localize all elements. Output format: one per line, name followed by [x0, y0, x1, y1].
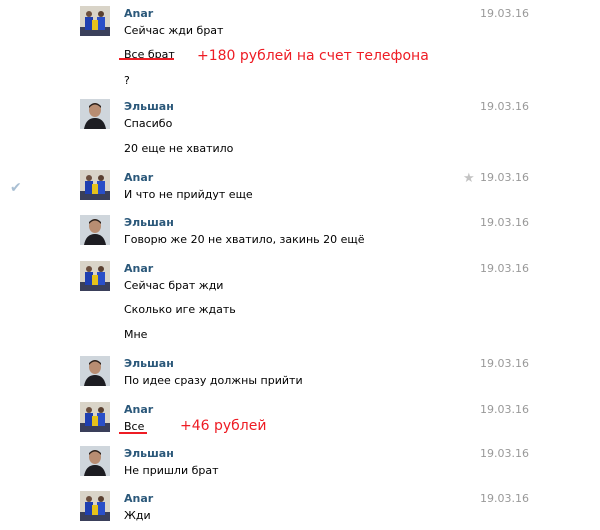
message-text: Не пришли брат — [124, 464, 219, 477]
annotation-note: +180 рублей на счет телефона — [197, 48, 429, 64]
author-name[interactable]: Anar — [124, 171, 153, 184]
author-name[interactable]: Эльшан — [124, 216, 174, 229]
message-text: Говорю же 20 не хватило, закинь 20 ещё — [124, 233, 365, 246]
message-text: Жди — [124, 509, 151, 522]
annotation-underline — [119, 432, 147, 434]
avatar[interactable] — [80, 402, 110, 432]
avatar[interactable] — [80, 356, 110, 386]
avatar[interactable] — [80, 491, 110, 521]
annotation-underline — [119, 58, 174, 60]
author-name[interactable]: Anar — [124, 262, 153, 275]
author-name[interactable]: Эльшан — [124, 100, 174, 113]
message-date[interactable]: 19.03.16 — [480, 357, 529, 370]
message-text: Сейчас брат жди — [124, 279, 224, 292]
annotation-note: +46 рублей — [180, 418, 267, 434]
message-date[interactable]: 19.03.16 — [480, 492, 529, 505]
message-date[interactable]: 19.03.16 — [480, 100, 529, 113]
message-date[interactable]: 19.03.16 — [480, 7, 529, 20]
favorite-star-icon[interactable]: ★ — [463, 171, 475, 186]
message-text: 20 еще не хватило — [124, 142, 234, 155]
avatar[interactable] — [80, 99, 110, 129]
author-name[interactable]: Эльшан — [124, 447, 174, 460]
message-date[interactable]: 19.03.16 — [480, 447, 529, 460]
avatar[interactable] — [80, 170, 110, 200]
author-name[interactable]: Anar — [124, 403, 153, 416]
message-date[interactable]: 19.03.16 — [480, 262, 529, 275]
author-name[interactable]: Эльшан — [124, 357, 174, 370]
avatar[interactable] — [80, 446, 110, 476]
avatar[interactable] — [80, 6, 110, 36]
read-checkmark-icon: ✔ — [10, 180, 22, 196]
message-text: Спасибо — [124, 117, 173, 130]
avatar[interactable] — [80, 215, 110, 245]
author-name[interactable]: Anar — [124, 492, 153, 505]
message-date[interactable]: 19.03.16 — [480, 403, 529, 416]
message-text: Мне — [124, 328, 148, 341]
message-text: По идее сразу должны прийти — [124, 374, 303, 387]
author-name[interactable]: Anar — [124, 7, 153, 20]
message-text: И что не прийдут еще — [124, 188, 253, 201]
message-text: Сколько иге ждать — [124, 303, 236, 316]
message-text: ? — [124, 74, 130, 87]
avatar[interactable] — [80, 261, 110, 291]
message-date[interactable]: 19.03.16 — [480, 171, 529, 184]
message-date[interactable]: 19.03.16 — [480, 216, 529, 229]
message-text: Сейчас жди брат — [124, 24, 224, 37]
